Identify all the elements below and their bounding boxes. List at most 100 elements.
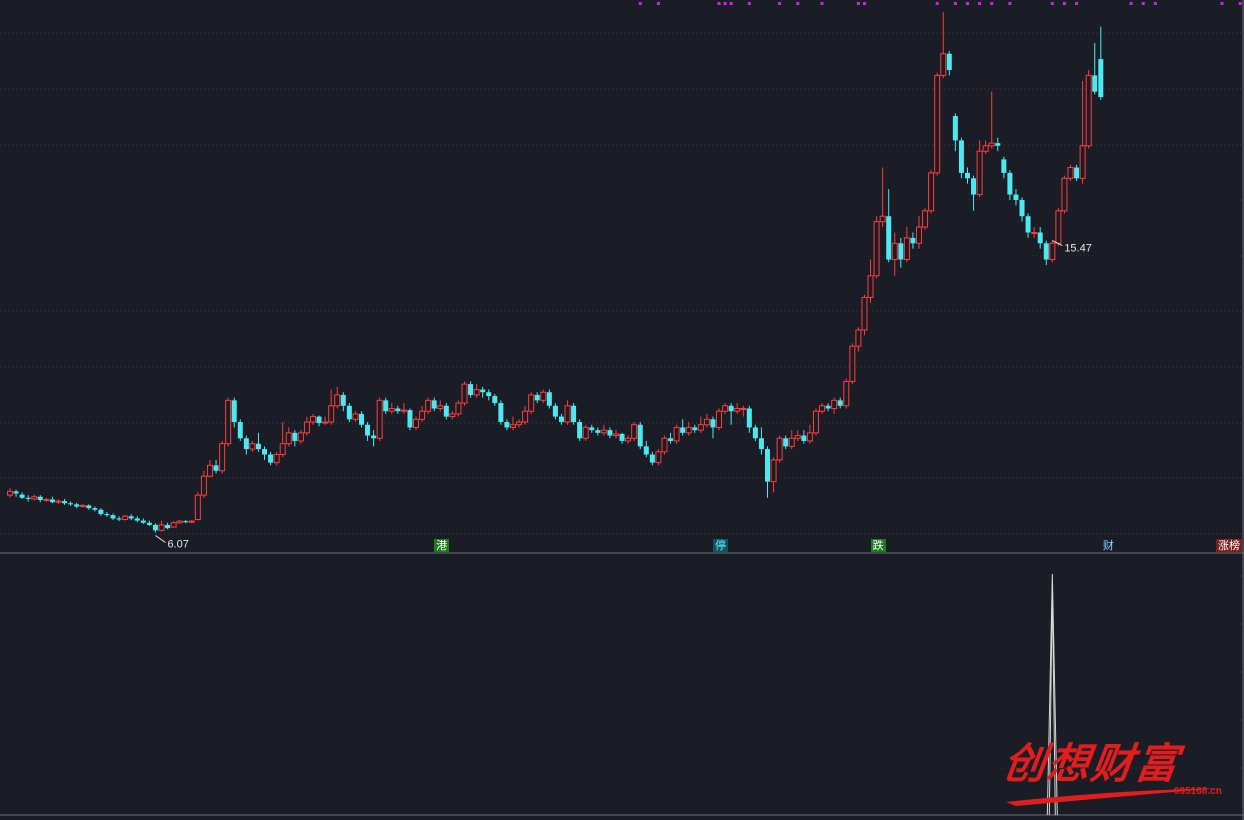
- candle[interactable]: [104, 511, 110, 517]
- candle[interactable]: [122, 514, 129, 521]
- candle[interactable]: [837, 397, 843, 409]
- candle[interactable]: [776, 435, 783, 463]
- candle[interactable]: [571, 403, 577, 425]
- candle[interactable]: [843, 378, 850, 409]
- candle[interactable]: [152, 523, 158, 533]
- candle[interactable]: [225, 397, 232, 447]
- candle[interactable]: [183, 520, 189, 524]
- candle[interactable]: [898, 237, 904, 268]
- candle[interactable]: [673, 424, 680, 444]
- candle[interactable]: [964, 167, 970, 184]
- candle[interactable]: [522, 405, 529, 425]
- candle[interactable]: [995, 137, 1001, 152]
- candle[interactable]: [170, 521, 177, 528]
- candle[interactable]: [19, 492, 25, 499]
- event-tag[interactable]: 港: [434, 539, 450, 552]
- event-tag[interactable]: 停: [713, 539, 729, 552]
- candle[interactable]: [352, 411, 359, 423]
- candle[interactable]: [279, 422, 286, 458]
- candle[interactable]: [940, 12, 947, 79]
- candle[interactable]: [728, 403, 734, 425]
- candle[interactable]: [661, 435, 668, 455]
- candle[interactable]: [516, 419, 523, 428]
- candle[interactable]: [1085, 69, 1092, 149]
- candle[interactable]: [831, 397, 838, 414]
- event-tag[interactable]: 财: [1100, 539, 1116, 552]
- candle[interactable]: [971, 175, 977, 211]
- candle[interactable]: [886, 189, 892, 263]
- candle[interactable]: [1013, 189, 1019, 206]
- candle[interactable]: [86, 504, 92, 510]
- candle[interactable]: [504, 419, 510, 431]
- candle[interactable]: [395, 405, 401, 414]
- candle[interactable]: [540, 389, 547, 404]
- candle[interactable]: [819, 403, 826, 414]
- candle[interactable]: [25, 495, 31, 502]
- candle[interactable]: [595, 427, 601, 436]
- candle[interactable]: [637, 422, 643, 450]
- candle[interactable]: [340, 392, 346, 412]
- candle[interactable]: [376, 397, 383, 441]
- event-tag[interactable]: 涨榜: [1216, 539, 1242, 552]
- candle[interactable]: [1037, 227, 1043, 249]
- candle[interactable]: [425, 397, 432, 414]
- candle[interactable]: [468, 381, 474, 398]
- candle[interactable]: [903, 227, 910, 263]
- candle[interactable]: [358, 411, 364, 428]
- candle[interactable]: [486, 389, 492, 401]
- candle[interactable]: [692, 424, 698, 433]
- candle[interactable]: [958, 137, 964, 179]
- candle[interactable]: [431, 397, 437, 412]
- candle[interactable]: [328, 389, 335, 425]
- candle[interactable]: [1001, 156, 1007, 179]
- candle[interactable]: [437, 400, 444, 412]
- candle[interactable]: [7, 488, 13, 498]
- candle[interactable]: [310, 413, 316, 425]
- candle[interactable]: [43, 497, 50, 502]
- candle[interactable]: [600, 424, 607, 436]
- candle[interactable]: [825, 403, 831, 412]
- candle[interactable]: [976, 140, 983, 198]
- candle[interactable]: [1092, 42, 1098, 95]
- candle[interactable]: [371, 430, 377, 447]
- candle[interactable]: [480, 386, 486, 398]
- candle[interactable]: [407, 408, 413, 431]
- candles[interactable]: [7, 12, 1104, 533]
- candle[interactable]: [710, 416, 716, 439]
- candle[interactable]: [577, 419, 583, 441]
- candle[interactable]: [1061, 175, 1068, 214]
- candle[interactable]: [546, 389, 552, 409]
- kline-chart[interactable]: 6.07 15.47: [0, 0, 1244, 820]
- candle[interactable]: [1067, 164, 1074, 182]
- candle[interactable]: [146, 520, 152, 527]
- candle[interactable]: [62, 498, 68, 505]
- candle[interactable]: [752, 424, 758, 441]
- candle[interactable]: [552, 403, 558, 420]
- candle[interactable]: [285, 427, 292, 447]
- candle[interactable]: [110, 513, 116, 521]
- candle[interactable]: [734, 403, 741, 414]
- candle[interactable]: [806, 424, 813, 444]
- candle[interactable]: [334, 386, 341, 409]
- event-tag[interactable]: 跌: [870, 539, 886, 552]
- candle[interactable]: [1031, 227, 1038, 238]
- candle[interactable]: [685, 422, 692, 436]
- candle[interactable]: [740, 405, 747, 417]
- candle[interactable]: [528, 392, 535, 414]
- candle[interactable]: [631, 422, 638, 441]
- candle[interactable]: [934, 72, 941, 176]
- candle[interactable]: [855, 327, 862, 352]
- candle[interactable]: [613, 430, 619, 439]
- candle[interactable]: [910, 232, 916, 249]
- candle[interactable]: [509, 416, 516, 431]
- candle[interactable]: [812, 408, 819, 436]
- candle[interactable]: [582, 424, 589, 441]
- candle[interactable]: [1025, 213, 1031, 238]
- candle[interactable]: [867, 259, 874, 303]
- candle[interactable]: [194, 492, 201, 521]
- candle[interactable]: [788, 430, 795, 450]
- candle[interactable]: [758, 427, 764, 455]
- candle[interactable]: [716, 408, 723, 431]
- candle[interactable]: [861, 294, 868, 336]
- candle[interactable]: [176, 520, 183, 524]
